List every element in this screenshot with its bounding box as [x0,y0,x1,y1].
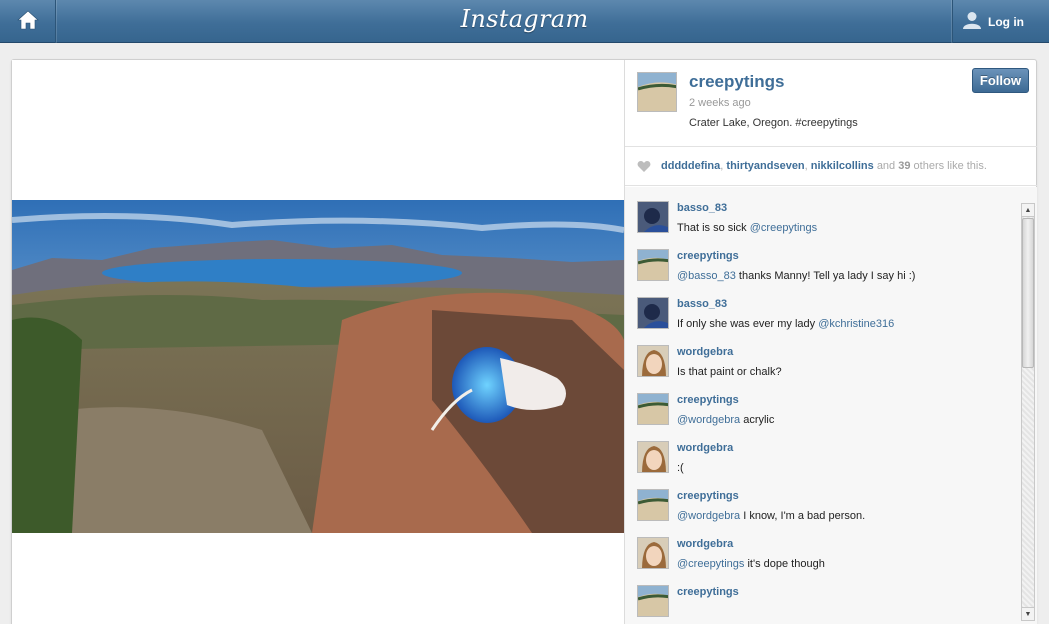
mention-link[interactable]: @creepytings [677,558,744,570]
commenter-username[interactable]: wordgebra [677,442,733,454]
post-caption: Crater Lake, Oregon. #creepytings [689,117,858,129]
commenter-username[interactable]: creepytings [677,490,739,502]
comment-item: basso_83 That is so sick @creepytings [637,201,1017,249]
heart-icon[interactable] [637,160,651,173]
comment-item: creepytings [637,585,1017,624]
comment-item: creepytings @wordgebra I know, I'm a bad … [637,489,1017,537]
mention-link[interactable]: @wordgebra [677,510,740,522]
comment-text: @wordgebra I know, I'm a bad person. [677,510,865,522]
post-header: creepytings 2 weeks ago Crater Lake, Ore… [625,60,1037,146]
likes-and-text: and [876,160,896,172]
comment-text: @basso_83 thanks Manny! Tell ya lady I s… [677,270,915,282]
comment-item: wordgebra :( [637,441,1017,489]
comment-body: acrylic [740,414,775,426]
commenter-avatar[interactable] [637,297,669,329]
mention-link[interactable]: @basso_83 [677,270,736,282]
commenter-avatar[interactable] [637,537,669,569]
instagram-logo[interactable]: Instagram [0,5,1049,33]
commenter-username[interactable]: basso_83 [677,202,727,214]
commenter-username[interactable]: creepytings [677,586,739,598]
post-timestamp: 2 weeks ago [689,97,751,109]
commenter-username[interactable]: wordgebra [677,346,733,358]
comment-body: That is so sick [677,222,750,234]
owner-username[interactable]: creepytings [689,72,784,92]
comment-text: @creepytings it's dope though [677,558,825,570]
comment-body: Is that paint or chalk? [677,366,782,378]
likes-others-count[interactable]: 39 [898,160,910,172]
mention-link[interactable]: @wordgebra [677,414,740,426]
liker-link[interactable]: thirtyandseven [726,160,804,172]
user-icon [962,10,982,33]
comments-scrollbar[interactable]: ▲ ▼ [1021,203,1035,621]
comment-body: :( [677,462,684,474]
comment-body: thanks Manny! Tell ya lady I say hi :) [735,270,916,282]
scroll-down-arrow-icon[interactable]: ▼ [1022,607,1034,620]
comment-text: Is that paint or chalk? [677,366,782,378]
comment-item: creepytings @basso_83 thanks Manny! Tell … [637,249,1017,297]
liker-link[interactable]: nikkilcollins [811,160,874,172]
comment-item: wordgebra Is that paint or chalk? [637,345,1017,393]
commenter-avatar[interactable] [637,249,669,281]
post-card: creepytings 2 weeks ago Crater Lake, Ore… [11,59,1037,624]
commenter-avatar[interactable] [637,201,669,233]
top-bar: Instagram Log in [0,0,1049,43]
comment-body: If only she was ever my lady [677,318,819,330]
comment-text: :( [677,462,684,474]
post-photo [12,200,624,533]
commenter-avatar[interactable] [637,489,669,521]
likes-others-text: others like this. [913,160,987,172]
login-button[interactable]: Log in [952,0,1037,43]
follow-button[interactable]: Follow [972,68,1029,93]
comment-text: If only she was ever my lady @kchristine… [677,318,894,330]
comment-item: basso_83 If only she was ever my lady @kc… [637,297,1017,345]
comment-text: @wordgebra acrylic [677,414,774,426]
commenter-avatar[interactable] [637,345,669,377]
comment-item: creepytings @wordgebra acrylic [637,393,1017,441]
login-label: Log in [988,14,1024,29]
comments-list[interactable]: basso_83 That is so sick @creepytings cree… [625,187,1037,624]
photo-pane [12,60,624,624]
post-sidebar: creepytings 2 weeks ago Crater Lake, Ore… [624,60,1037,624]
likes-bar: dddddefina, thirtyandseven, nikkilcollin… [625,146,1037,186]
comment-body: I know, I'm a bad person. [740,510,866,522]
commenter-username[interactable]: creepytings [677,250,739,262]
commenter-username[interactable]: wordgebra [677,538,733,550]
commenter-username[interactable]: creepytings [677,394,739,406]
comment-text: That is so sick @creepytings [677,222,817,234]
owner-avatar[interactable] [637,72,677,112]
commenter-username[interactable]: basso_83 [677,298,727,310]
comment-body: it's dope though [744,558,825,570]
commenter-avatar[interactable] [637,393,669,425]
liker-link[interactable]: dddddefina [661,160,720,172]
mention-link[interactable]: @creepytings [750,222,817,234]
mention-link[interactable]: @kchristine316 [818,318,894,330]
scroll-up-arrow-icon[interactable]: ▲ [1022,204,1034,217]
commenter-avatar[interactable] [637,585,669,617]
scroll-thumb[interactable] [1022,218,1034,368]
comment-item: wordgebra @creepytings it's dope though [637,537,1017,585]
commenter-avatar[interactable] [637,441,669,473]
